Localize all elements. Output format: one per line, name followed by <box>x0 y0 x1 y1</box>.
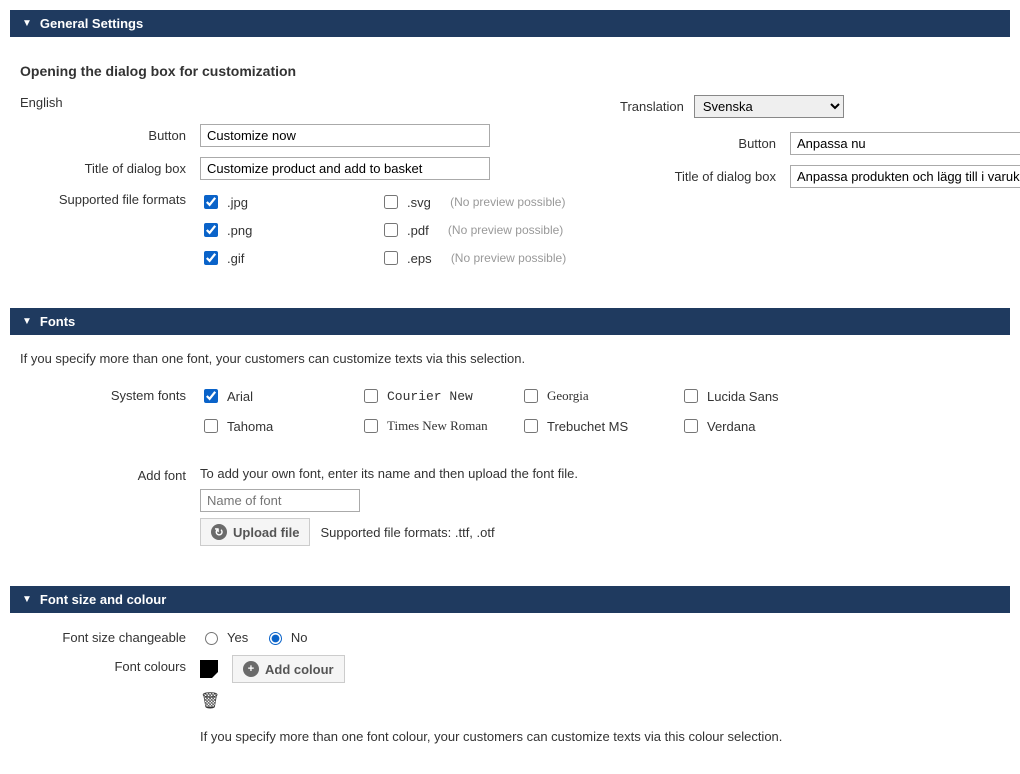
checkbox-pdf[interactable] <box>384 223 398 237</box>
trash-icon[interactable]: 🗑 <box>200 693 220 710</box>
label-supported-formats: Supported file formats <box>20 190 200 207</box>
font-tahoma: Tahoma <box>227 419 273 434</box>
label-title-dialog: Title of dialog box <box>20 161 200 176</box>
label-font-colours: Font colours <box>20 655 200 674</box>
label-system-fonts: System fonts <box>20 386 200 403</box>
format-png: .png <box>227 223 252 238</box>
label-button: Button <box>20 128 200 143</box>
font-lucida: Lucida Sans <box>707 389 779 404</box>
checkbox-verdana[interactable] <box>684 419 698 433</box>
checkbox-tahoma[interactable] <box>204 419 218 433</box>
checkbox-trebuchet[interactable] <box>524 419 538 433</box>
section-title-fontsize: Font size and colour <box>40 592 166 607</box>
upload-file-button[interactable]: ↻ Upload file <box>200 518 310 546</box>
svg-hint: (No preview possible) <box>450 195 565 209</box>
font-colour-help: If you specify more than one font colour… <box>200 729 782 744</box>
addfont-help: To add your own font, enter its name and… <box>200 466 578 481</box>
checkbox-tnr[interactable] <box>364 419 378 433</box>
font-courier: Courier New <box>387 389 473 404</box>
checkbox-svg[interactable] <box>384 195 398 209</box>
section-header-fontsize[interactable]: ▼ Font size and colour <box>10 586 1010 613</box>
input-title-trans[interactable] <box>790 165 1020 188</box>
input-button-en[interactable] <box>200 124 490 147</box>
label-button-trans: Button <box>620 136 790 151</box>
chevron-down-icon: ▼ <box>22 594 32 605</box>
english-label: English <box>20 95 63 110</box>
upload-hint: Supported file formats: .ttf, .otf <box>320 525 494 540</box>
checkbox-eps[interactable] <box>384 251 398 265</box>
format-svg: .svg <box>407 195 431 210</box>
checkbox-lucida[interactable] <box>684 389 698 403</box>
chevron-down-icon: ▼ <box>22 316 32 327</box>
input-button-trans[interactable] <box>790 132 1020 155</box>
eps-hint: (No preview possible) <box>451 251 566 265</box>
translation-select[interactable]: Svenska <box>694 95 844 118</box>
label-add-font: Add font <box>20 466 200 483</box>
font-tnr: Times New Roman <box>387 418 488 434</box>
yes-label: Yes <box>227 630 248 645</box>
checkbox-courier[interactable] <box>364 389 378 403</box>
label-title-trans: Title of dialog box <box>620 169 790 184</box>
font-verdana: Verdana <box>707 419 755 434</box>
plus-icon: + <box>243 661 259 677</box>
chevron-down-icon: ▼ <box>22 18 32 29</box>
add-colour-label: Add colour <box>265 662 334 677</box>
input-font-name[interactable] <box>200 489 360 512</box>
section-header-fonts[interactable]: ▼ Fonts <box>10 308 1010 335</box>
input-title-en[interactable] <box>200 157 490 180</box>
colour-swatch-black[interactable] <box>200 660 218 678</box>
format-jpg: .jpg <box>227 195 248 210</box>
label-fontsize-change: Font size changeable <box>20 630 200 645</box>
pdf-hint: (No preview possible) <box>448 223 563 237</box>
font-arial: Arial <box>227 389 253 404</box>
fonts-help: If you specify more than one font, your … <box>20 351 1000 366</box>
font-trebuchet: Trebuchet MS <box>547 419 628 434</box>
radio-no[interactable] <box>269 632 282 645</box>
section-title-fonts: Fonts <box>40 314 75 329</box>
checkbox-arial[interactable] <box>204 389 218 403</box>
section-title-general: General Settings <box>40 16 143 31</box>
format-gif: .gif <box>227 251 244 266</box>
format-pdf: .pdf <box>407 223 429 238</box>
checkbox-georgia[interactable] <box>524 389 538 403</box>
checkbox-gif[interactable] <box>204 251 218 265</box>
radio-yes[interactable] <box>205 632 218 645</box>
format-eps: .eps <box>407 251 432 266</box>
checkbox-jpg[interactable] <box>204 195 218 209</box>
upload-icon: ↻ <box>211 524 227 540</box>
general-heading: Opening the dialog box for customization <box>20 63 1000 79</box>
checkbox-png[interactable] <box>204 223 218 237</box>
no-label: No <box>291 630 308 645</box>
section-header-general[interactable]: ▼ General Settings <box>10 10 1010 37</box>
translation-label: Translation <box>620 99 684 114</box>
add-colour-button[interactable]: + Add colour <box>232 655 345 683</box>
font-georgia: Georgia <box>547 388 589 404</box>
upload-label: Upload file <box>233 525 299 540</box>
